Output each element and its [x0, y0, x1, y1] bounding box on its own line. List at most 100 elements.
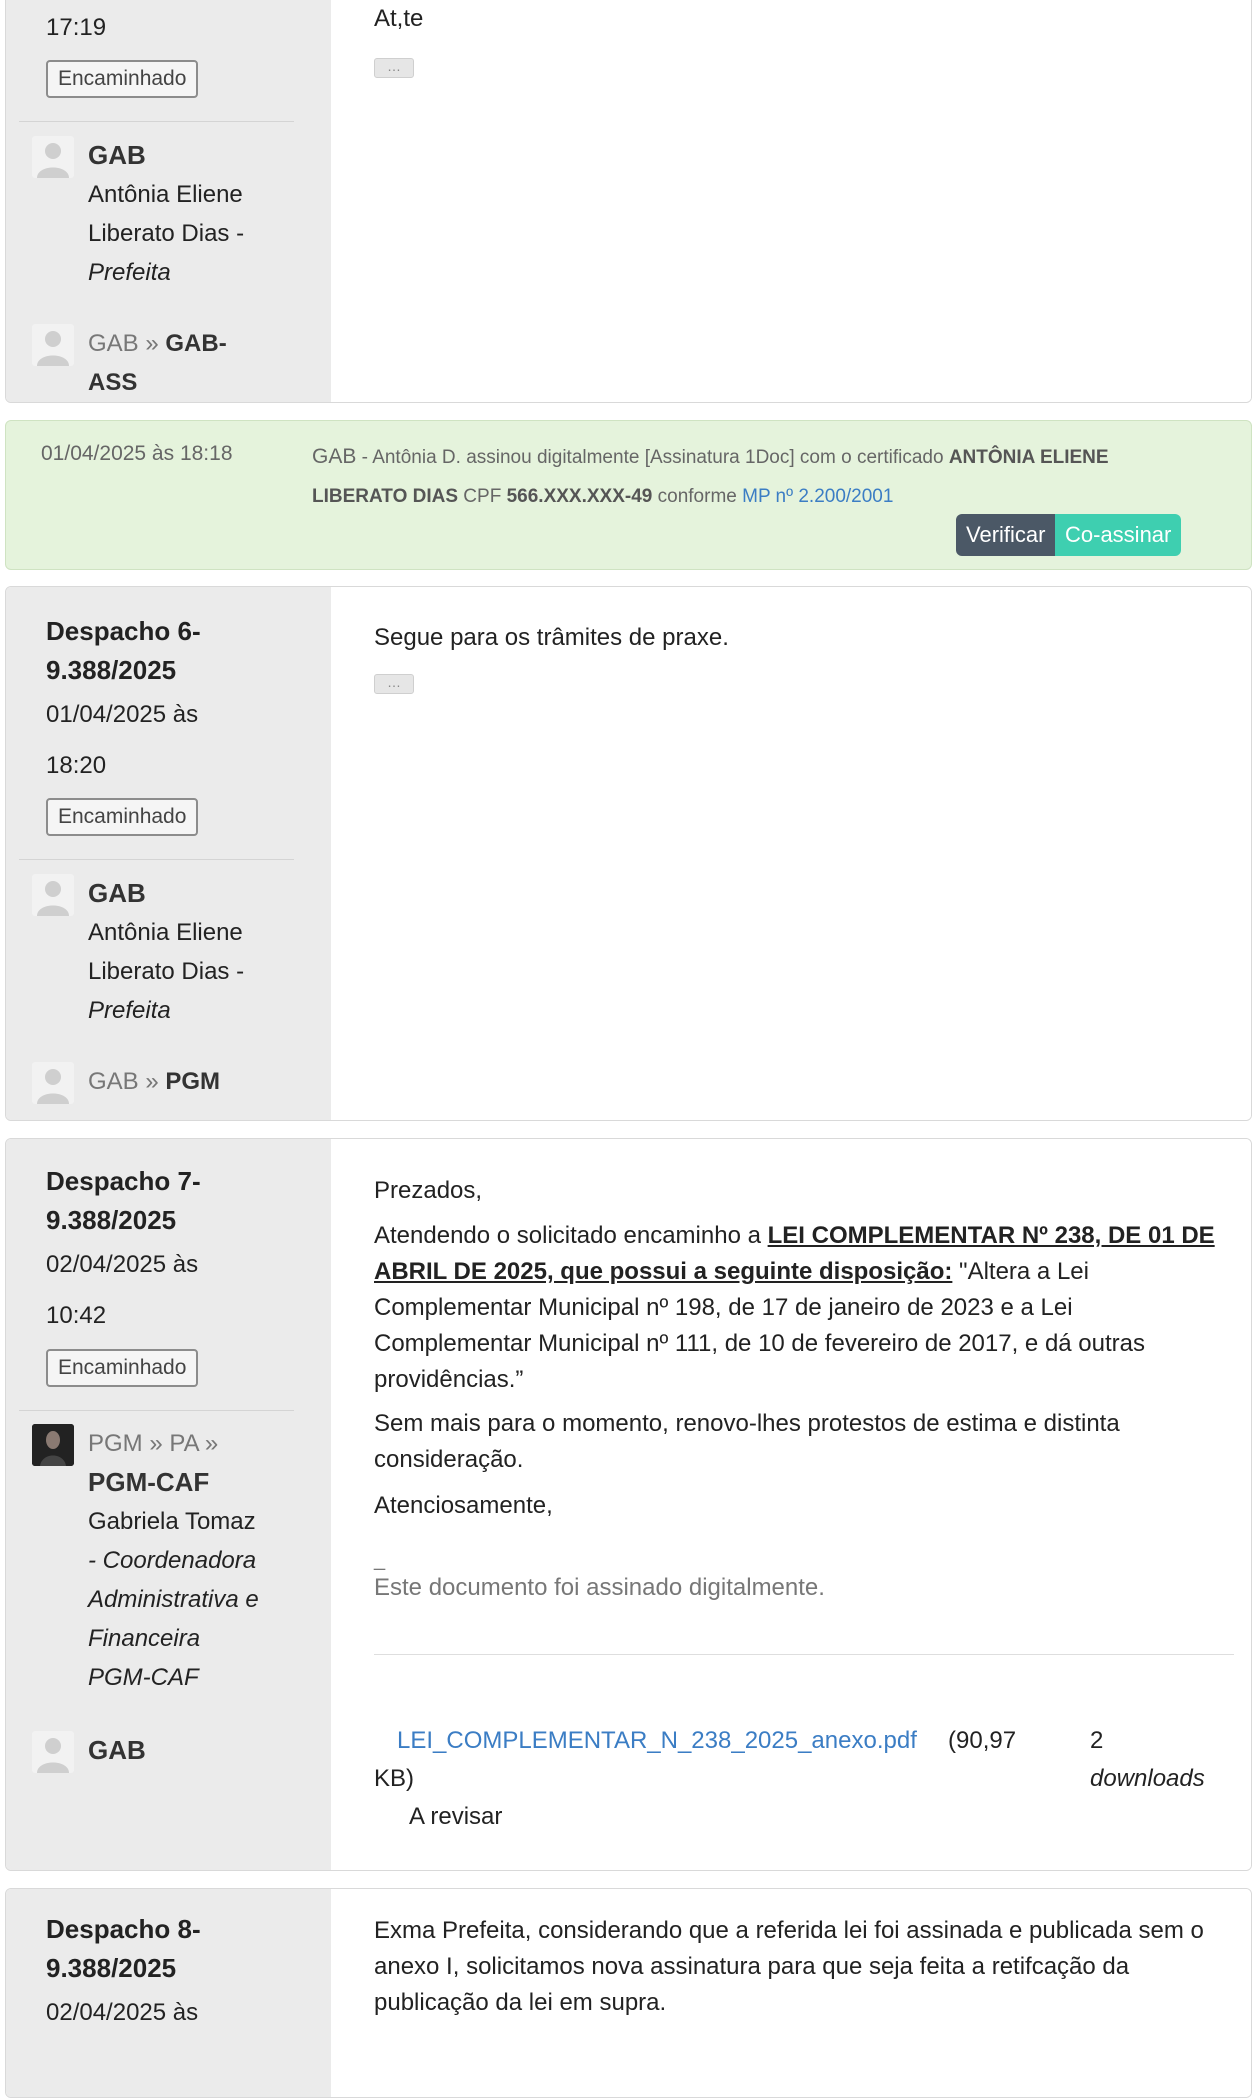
attachment-link[interactable]: LEI_COMPLEMENTAR_N_238_2025_anexo.pdf	[397, 1727, 917, 1754]
dispatch-card-5: 17:19 Encaminhado GAB Antônia Eliene Lib…	[5, 0, 1252, 403]
signature-unit: GAB	[312, 445, 357, 468]
dispatch-title-line2: 9.388/2025	[46, 1205, 177, 1235]
expand-ellipsis[interactable]: …	[374, 674, 414, 694]
verify-button[interactable]: Verificar	[956, 514, 1056, 556]
cosign-button[interactable]: Co-assinar	[1055, 514, 1182, 556]
law-desc-line4: providências.”	[374, 1366, 524, 1393]
sender-info: GAB Antônia Eliene Liberato Dias - Prefe…	[88, 136, 308, 292]
dispatch-time: 18:20	[46, 752, 107, 779]
sender-unit[interactable]: GAB	[88, 136, 308, 175]
dispatch-sidebar: Despacho 6- 9.388/2025 01/04/2025 às 18:…	[6, 587, 331, 1120]
mp-link[interactable]: MP nº 2.200/2001	[742, 486, 893, 507]
dispatch-body: At,te …	[331, 0, 1251, 402]
avatar[interactable]	[32, 136, 74, 178]
cpf-label: CPF	[458, 486, 507, 507]
sender-name: Gabriela Tomaz	[88, 1508, 256, 1535]
signature-text: GAB - Antônia D. assinou digitalmente [A…	[312, 437, 1202, 516]
dispatch-body: Exma Prefeita, considerando que a referi…	[331, 1889, 1251, 2097]
dispatch-title[interactable]: Despacho 7- 9.388/2025	[46, 1162, 201, 1240]
sender-info: GAB Antônia Eliene Liberato Dias - Prefe…	[88, 874, 308, 1030]
status-badge[interactable]: Encaminhado	[46, 798, 199, 836]
sender-role: Prefeita	[88, 259, 171, 286]
dispatch-sidebar: Despacho 8- 9.388/2025 02/04/2025 às	[6, 1889, 331, 2097]
dispatch-text-line3: publicação da lei em supra.	[374, 1989, 667, 2016]
cpf-value: 566.XXX.XXX-49	[506, 486, 653, 507]
salutation: Atenciosamente,	[374, 1492, 553, 1519]
dispatch-card-7: Despacho 7- 9.388/2025 02/04/2025 às 10:…	[5, 1138, 1252, 1871]
route-to[interactable]: GAB-	[165, 330, 226, 357]
divider	[19, 1410, 294, 1411]
route-to[interactable]: GAB	[88, 1735, 146, 1765]
dispatch-text-line1: Exma Prefeita, considerando que a referi…	[374, 1917, 1204, 1944]
expand-ellipsis[interactable]: …	[374, 58, 414, 78]
sender-role-line2: Administrativa e	[88, 1586, 259, 1613]
dispatch-sidebar: 17:19 Encaminhado GAB Antônia Eliene Lib…	[6, 0, 331, 402]
dispatch-date: 02/04/2025 às	[46, 1999, 199, 2026]
law-title-line1: LEI COMPLEMENTAR Nº 238, DE 01 DE	[767, 1222, 1215, 1249]
dispatch-text: Segue para os trâmites de praxe.	[374, 624, 729, 651]
sender-role: Prefeita	[88, 997, 171, 1024]
attachment-size: (90,97	[948, 1722, 1016, 1760]
sender-role-line3: Financeira	[88, 1625, 201, 1652]
paragraph-law: Atendendo o solicitado encaminho a LEI C…	[374, 1218, 1251, 1398]
route-to-cont: ASS	[88, 369, 138, 396]
sender-path[interactable]: PGM » PA »	[88, 1424, 308, 1463]
dispatch-text: Exma Prefeita, considerando que a referi…	[374, 1913, 1251, 2021]
paragraph-closing: Sem mais para o momento, renovo-lhes pro…	[374, 1406, 1251, 1478]
dispatch-body: Prezados, Atendendo o solicitado encamin…	[331, 1139, 1251, 1870]
signed-note: Este documento foi assinado digitalmente…	[374, 1574, 825, 1601]
dispatch-title-line2: 9.388/2025	[46, 655, 177, 685]
attachments-divider	[374, 1654, 1234, 1655]
dispatch-title-line2: 9.388/2025	[46, 1953, 177, 1983]
dispatch-title-line1: Despacho 8-	[46, 1914, 201, 1944]
user-silhouette-icon	[37, 143, 69, 178]
route: GAB » PGM	[88, 1062, 308, 1101]
sender-role-line1: - Coordenadora	[88, 1547, 257, 1574]
user-photo-icon	[32, 1424, 74, 1466]
sender-unit[interactable]: PGM-CAF	[88, 1463, 308, 1502]
dispatch-time: 17:19	[46, 14, 107, 41]
signoff-text: At,te	[374, 5, 424, 32]
avatar[interactable]	[32, 324, 74, 366]
user-silhouette-icon	[37, 331, 69, 366]
divider	[19, 859, 294, 860]
status-badge[interactable]: Encaminhado	[46, 60, 199, 98]
download-label: downloads	[1090, 1765, 1205, 1792]
greeting: Prezados,	[374, 1177, 483, 1204]
dispatch-date: 01/04/2025 às	[46, 701, 199, 728]
review-status: A revisar	[409, 1803, 503, 1830]
avatar[interactable]	[32, 1062, 74, 1104]
attachment-size-unit: KB)	[374, 1765, 415, 1792]
dispatch-card-8: Despacho 8- 9.388/2025 02/04/2025 às Exm…	[5, 1888, 1252, 2098]
signature-datetime: 01/04/2025 às 18:18	[41, 442, 233, 465]
cert-name: ANTÔNIA ELIENE	[948, 447, 1109, 468]
digital-signature-bar: 01/04/2025 às 18:18 GAB - Antônia D. ass…	[5, 420, 1252, 570]
dispatch-time: 10:42	[46, 1302, 107, 1329]
sender-name-line1: Antônia Eliene	[88, 919, 243, 946]
attachment-size-value: (90,97	[948, 1727, 1017, 1754]
signature-desc: - Antônia D. assinou digitalmente [Assin…	[356, 447, 949, 468]
dispatch-title[interactable]: Despacho 6- 9.388/2025	[46, 612, 201, 690]
sender-name-line1: Antônia Eliene	[88, 181, 243, 208]
sender-unit[interactable]: GAB	[88, 874, 308, 913]
dispatch-card-6: Despacho 6- 9.388/2025 01/04/2025 às 18:…	[5, 586, 1252, 1121]
dispatch-title[interactable]: Despacho 8- 9.388/2025	[46, 1910, 201, 1988]
divider	[19, 121, 294, 122]
attachment-row: LEI_COMPLEMENTAR_N_238_2025_anexo.pdf	[397, 1722, 947, 1760]
sender-info: PGM » PA » PGM-CAF Gabriela Tomaz - Coor…	[88, 1424, 308, 1697]
law-desc-line1: "Altera a Lei	[952, 1258, 1089, 1285]
route-to[interactable]: PGM	[165, 1068, 220, 1095]
sender-name-line2: Liberato Dias -	[88, 220, 245, 247]
conforme-text: conforme	[652, 486, 743, 507]
status-badge[interactable]: Encaminhado	[46, 1349, 199, 1387]
avatar[interactable]	[32, 1731, 74, 1773]
closing-line2: consideração.	[374, 1446, 524, 1473]
route-from: GAB »	[88, 1068, 159, 1095]
avatar-photo[interactable]	[32, 1424, 74, 1466]
dispatch-title-line1: Despacho 7-	[46, 1166, 201, 1196]
user-silhouette-icon	[37, 881, 69, 916]
dispatch-title-line1: Despacho 6-	[46, 616, 201, 646]
dispatch-sidebar: Despacho 7- 9.388/2025 02/04/2025 às 10:…	[6, 1139, 331, 1870]
route: GAB	[88, 1731, 308, 1771]
avatar[interactable]	[32, 874, 74, 916]
